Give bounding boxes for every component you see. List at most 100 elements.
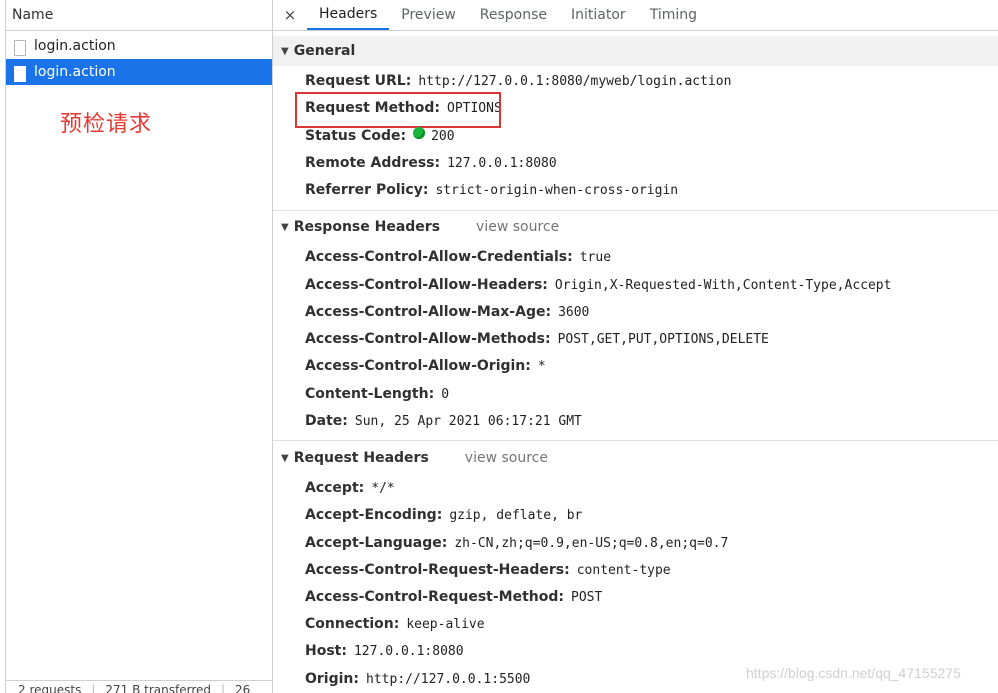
colon: : bbox=[341, 643, 347, 659]
general-section-header[interactable]: ▼ General bbox=[273, 36, 998, 66]
header-row: Accept-Encoding: gzip, deflate, br bbox=[305, 505, 582, 525]
colon: : bbox=[428, 386, 435, 402]
header-value[interactable]: http://127.0.0.1:8080/myweb/login.action bbox=[418, 74, 731, 89]
colon: : bbox=[564, 562, 570, 578]
header-row: Status Code: 200 bbox=[305, 126, 455, 146]
document-icon bbox=[14, 40, 26, 56]
header-value[interactable]: http://127.0.0.1:5500 bbox=[366, 672, 530, 687]
tab-timing[interactable]: Timing bbox=[638, 0, 709, 30]
header-key: Access-Control-Allow-Credentials bbox=[305, 249, 568, 265]
request-headers-section-header[interactable]: ▼ Request Headers view source bbox=[273, 443, 998, 473]
colon: : bbox=[567, 249, 573, 265]
section-divider bbox=[273, 440, 998, 441]
header-value[interactable]: POST bbox=[571, 590, 602, 605]
section-divider bbox=[273, 210, 998, 211]
header-value[interactable]: zh-CN,zh;q=0.9,en-US;q=0.8,en;q=0.7 bbox=[454, 536, 728, 551]
colon: : bbox=[436, 507, 443, 523]
section-title: Response Headers bbox=[293, 219, 441, 235]
status-separator: | bbox=[221, 683, 226, 693]
header-value[interactable]: 0 bbox=[441, 387, 449, 402]
header-value[interactable]: 127.0.0.1:8080 bbox=[447, 156, 557, 171]
header-value[interactable]: keep-alive bbox=[406, 617, 484, 632]
header-key: Access-Control-Allow-Max-Age bbox=[305, 304, 546, 320]
header-key: Access-Control-Request-Method bbox=[305, 589, 559, 605]
header-row: Access-Control-Allow-Max-Age: 3600 bbox=[305, 302, 589, 322]
detail-tabbar: × Headers Preview Response Initiator Tim… bbox=[273, 0, 998, 31]
header-value[interactable]: strict-origin-when-cross-origin bbox=[435, 183, 678, 198]
header-key: Remote Address bbox=[305, 155, 435, 171]
header-value[interactable]: */* bbox=[371, 481, 394, 496]
colon: : bbox=[342, 413, 348, 429]
colon: : bbox=[545, 304, 552, 320]
header-row: Access-Control-Allow-Credentials: true bbox=[305, 247, 611, 267]
header-value[interactable]: POST,GET,PUT,OPTIONS,DELETE bbox=[558, 332, 769, 347]
preflight-annotation: 预检请求 bbox=[60, 112, 153, 137]
header-row: Access-Control-Allow-Origin: * bbox=[305, 356, 546, 376]
header-value[interactable]: Sun, 25 Apr 2021 06:17:21 GMT bbox=[355, 414, 582, 429]
network-status-bar: 2 requests | 271 B transferred | 26 bbox=[6, 680, 272, 693]
caret-down-icon: ▼ bbox=[281, 45, 289, 57]
header-key: Access-Control-Allow-Headers bbox=[305, 277, 543, 293]
header-row: Connection: keep-alive bbox=[305, 614, 485, 634]
name-column-header[interactable]: Name bbox=[6, 0, 272, 31]
tab-response[interactable]: Response bbox=[468, 0, 559, 30]
header-key: Request URL bbox=[305, 73, 406, 89]
header-key: Access-Control-Allow-Origin bbox=[305, 358, 526, 374]
header-key: Access-Control-Allow-Methods bbox=[305, 331, 545, 347]
request-name: login.action bbox=[34, 38, 116, 54]
header-row: Request URL: http://127.0.0.1:8080/myweb… bbox=[305, 71, 731, 91]
view-source-link[interactable]: view source bbox=[465, 450, 548, 466]
colon: : bbox=[434, 155, 441, 171]
colon: : bbox=[544, 331, 551, 347]
view-source-link[interactable]: view source bbox=[476, 219, 559, 235]
tab-headers[interactable]: Headers bbox=[307, 0, 390, 30]
close-icon[interactable]: × bbox=[273, 0, 307, 30]
header-key: Connection bbox=[305, 616, 394, 632]
header-value[interactable]: true bbox=[580, 250, 611, 265]
header-value[interactable]: Origin,X-Requested-With,Content-Type,Acc… bbox=[555, 278, 892, 293]
tab-initiator[interactable]: Initiator bbox=[559, 0, 638, 30]
header-key: Accept-Encoding bbox=[305, 507, 437, 523]
header-key: Access-Control-Request-Headers bbox=[305, 562, 565, 578]
header-row: Referrer Policy: strict-origin-when-cros… bbox=[305, 180, 678, 200]
colon: : bbox=[393, 616, 400, 632]
header-value[interactable]: * bbox=[538, 359, 546, 374]
header-value[interactable]: content-type bbox=[577, 563, 671, 578]
colon: : bbox=[422, 182, 429, 198]
section-title: General bbox=[293, 43, 356, 59]
header-row: Access-Control-Allow-Headers: Origin,X-R… bbox=[305, 275, 891, 295]
request-detail-panel: × Headers Preview Response Initiator Tim… bbox=[273, 0, 998, 693]
status-separator: | bbox=[91, 683, 96, 693]
colon: : bbox=[358, 480, 365, 496]
request-row[interactable]: login.action bbox=[6, 33, 272, 59]
caret-down-icon: ▼ bbox=[281, 221, 289, 233]
colon: : bbox=[405, 73, 412, 89]
name-column-label: Name bbox=[12, 7, 54, 23]
header-row: Host: 127.0.0.1:8080 bbox=[305, 641, 464, 661]
header-value[interactable]: 127.0.0.1:8080 bbox=[354, 644, 464, 659]
request-row-selected[interactable]: login.action bbox=[6, 59, 272, 85]
header-row: Access-Control-Request-Method: POST bbox=[305, 587, 602, 607]
header-key: Content-Length bbox=[305, 386, 429, 402]
header-row: Access-Control-Request-Headers: content-… bbox=[305, 560, 671, 580]
document-icon bbox=[14, 66, 26, 82]
tab-preview[interactable]: Preview bbox=[389, 0, 468, 30]
panel-edge bbox=[5, 0, 6, 693]
caret-down-icon: ▼ bbox=[281, 452, 289, 464]
colon: : bbox=[353, 671, 360, 687]
header-value[interactable]: 3600 bbox=[558, 305, 589, 320]
header-value[interactable]: gzip, deflate, br bbox=[449, 508, 582, 523]
colon: : bbox=[542, 277, 548, 293]
colon: : bbox=[525, 358, 531, 374]
response-headers-section-header[interactable]: ▼ Response Headers view source bbox=[273, 212, 998, 242]
header-row: Date: Sun, 25 Apr 2021 06:17:21 GMT bbox=[305, 411, 582, 431]
request-name: login.action bbox=[34, 64, 116, 80]
status-extra: 26 bbox=[235, 683, 251, 693]
colon: : bbox=[400, 128, 407, 144]
header-key: Date bbox=[305, 413, 343, 429]
colon: : bbox=[441, 535, 448, 551]
status-ok-icon bbox=[413, 127, 426, 139]
header-key: Accept bbox=[305, 480, 359, 496]
header-value[interactable]: 200 bbox=[431, 129, 454, 144]
header-row: Accept: */* bbox=[305, 478, 395, 498]
